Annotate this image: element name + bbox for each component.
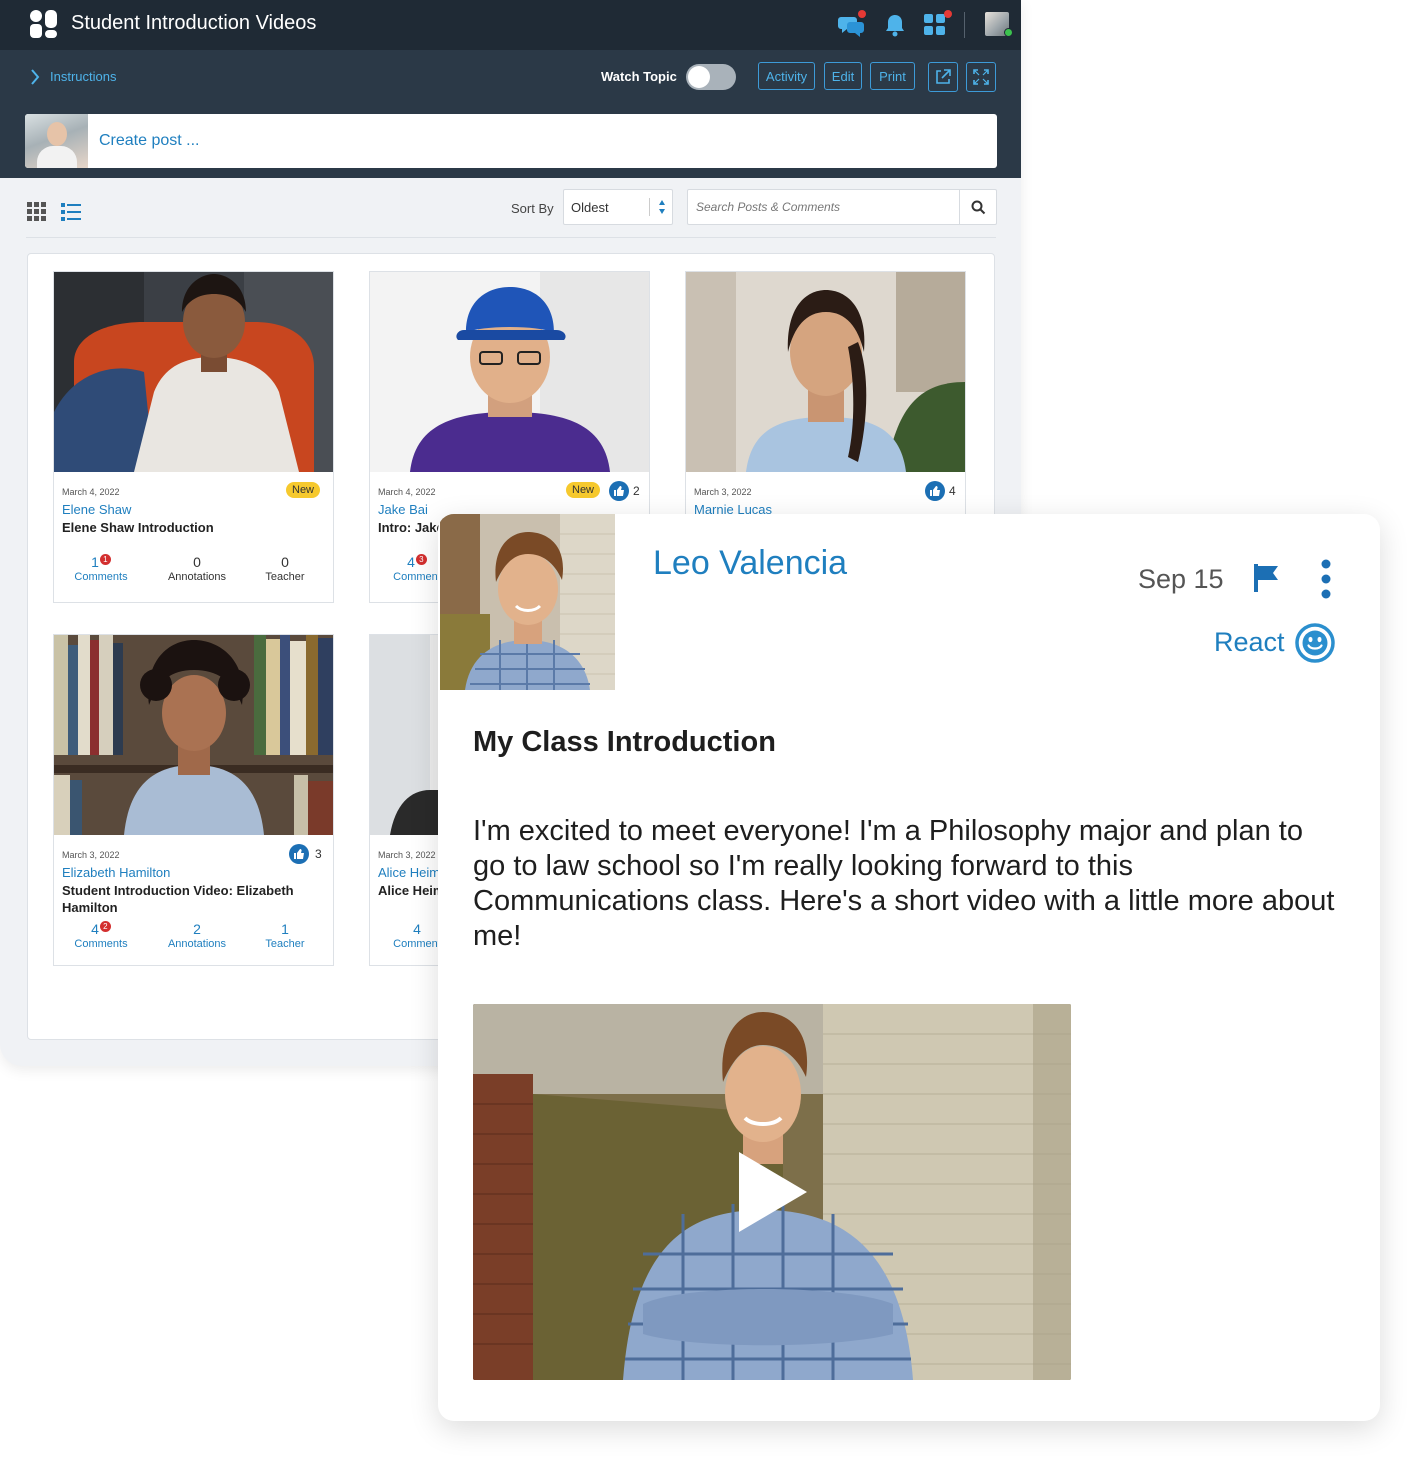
create-post-box[interactable]: Create post ... [25,114,997,168]
annotations-stat[interactable]: 2 Annotations [152,921,242,951]
post-date: March 4, 2022 [62,487,120,497]
external-link-icon [936,69,951,84]
post-author-link[interactable]: Jake Bai [378,502,428,517]
new-comments-badge: 1 [99,554,111,565]
create-post-placeholder[interactable]: Create post ... [99,132,200,150]
search-box [687,189,997,225]
new-badge: New [286,482,321,498]
post-author-link[interactable]: Elene Shaw [62,502,131,517]
post-date: March 4, 2022 [378,487,436,497]
post-detail-card: Leo Valencia Sep 15 React My Class Intro… [438,514,1380,1421]
search-button[interactable] [959,190,996,224]
post-date: March 3, 2022 [694,487,752,497]
more-options-icon[interactable] [1318,558,1334,602]
post-card[interactable]: March 3, 2022 3 Elizabeth Hamilton Stude… [53,634,334,966]
comments-stat[interactable]: 11 Comments [56,554,146,584]
topbar-divider [964,12,965,38]
like-count: 2 [633,484,640,498]
new-comments-badge: 3 [415,554,427,565]
select-arrows-icon [659,200,665,214]
teacher-stat: 0 Teacher [265,554,305,583]
watch-topic-label: Watch Topic [601,69,677,84]
new-comments-badge: 2 [99,921,111,932]
divider [26,237,996,238]
like-icon[interactable] [925,481,945,501]
post-date: March 3, 2022 [62,850,120,860]
watch-topic-toggle[interactable] [686,64,736,90]
student-photo-image [370,272,649,472]
chevron-right-icon[interactable] [30,68,40,86]
annotations-stat: 0 Annotations [167,554,227,583]
toggle-knob [688,66,710,88]
activity-button[interactable]: Activity [758,62,815,90]
top-bar: Student Introduction Videos [0,0,1021,50]
like-count: 4 [949,484,956,498]
grid-view-icon[interactable] [27,202,47,222]
print-button[interactable]: Print [870,62,915,90]
flag-icon[interactable] [1252,562,1282,594]
post-author-link[interactable]: Elizabeth Hamilton [62,865,170,880]
student-photo-image [686,272,965,472]
student-photo-image [54,272,333,472]
edit-button[interactable]: Edit [824,62,862,90]
sort-by-label: Sort By [511,201,554,216]
search-icon [971,200,986,215]
online-status-dot [1004,28,1013,37]
react-button[interactable]: React [1214,627,1285,658]
bell-icon[interactable] [882,12,908,38]
search-input[interactable] [688,190,976,224]
sub-bar [0,50,1021,104]
play-icon[interactable] [737,1150,809,1234]
instructions-link[interactable]: Instructions [50,69,116,84]
post-title: Student Introduction Video: Elizabeth Ha… [62,883,294,915]
post-author-link[interactable]: Alice Heim [378,865,440,880]
post-title: My Class Introduction [473,726,776,758]
post-thumbnail[interactable] [370,272,649,472]
app-title: Student Introduction Videos [71,12,317,34]
like-icon[interactable] [289,844,309,864]
fullscreen-button[interactable] [966,62,996,92]
sort-value: Oldest [571,200,609,215]
open-external-button[interactable] [928,62,958,92]
list-view-icon[interactable] [61,202,81,222]
post-author-name[interactable]: Leo Valencia [653,544,847,583]
post-thumbnail[interactable] [686,272,965,472]
post-body: I'm excited to meet everyone! I'm a Phil… [473,815,1335,952]
expand-icon [973,69,989,85]
post-card[interactable]: March 4, 2022 New Elene Shaw Elene Shaw … [53,271,334,603]
apps-notification-dot [944,10,952,18]
app-logo-icon[interactable] [30,10,60,38]
post-card[interactable]: March 3, 2022 4 Marnie Lucas [685,271,966,531]
author-photo-image [440,514,615,690]
like-icon[interactable] [609,481,629,501]
smiley-icon[interactable] [1294,622,1336,664]
current-user-avatar [25,114,88,168]
sort-select[interactable]: Oldest [563,189,673,225]
chat-notification-dot [858,10,866,18]
teacher-stat[interactable]: 1 Teacher [240,921,330,951]
post-date: Sep 15 [1138,564,1224,594]
author-avatar[interactable] [440,514,615,690]
new-badge: New [566,482,601,498]
video-player[interactable] [473,1004,1071,1380]
post-thumbnail[interactable] [54,272,333,472]
post-date: March 3, 2022 [378,850,436,860]
post-title: Elene Shaw Introduction [62,520,214,535]
like-count: 3 [315,847,322,861]
comments-stat[interactable]: 42 Comments [56,921,146,951]
post-thumbnail[interactable] [54,635,333,835]
student-photo-image [54,635,333,835]
